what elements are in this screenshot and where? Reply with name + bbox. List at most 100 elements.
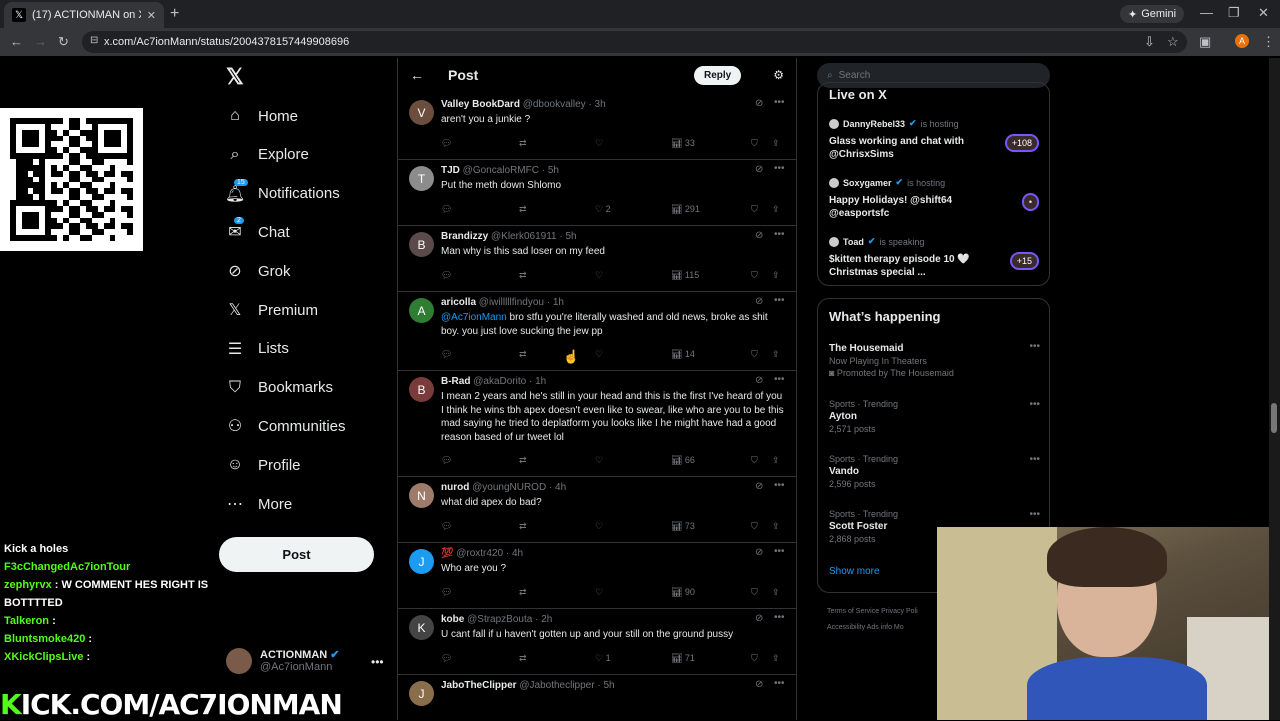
reply-button[interactable]: Reply bbox=[694, 65, 742, 85]
tweet[interactable]: V Valley BookDard @dbookvalley · 3h ⊘ ••• ar… bbox=[398, 94, 796, 160]
tweet[interactable]: B B-Rad @akaDorito · 1h ⊘ ••• I mean 2 years… bbox=[398, 371, 796, 477]
avatar[interactable]: A bbox=[409, 298, 434, 323]
scroll-thumb[interactable] bbox=[1271, 403, 1277, 433]
footer-links[interactable]: Terms of Service Privacy Poli Accessibil… bbox=[827, 604, 937, 636]
bookmark-icon[interactable]: ⛉ bbox=[751, 138, 758, 149]
views-icon[interactable]: 📊︎ 291 bbox=[671, 204, 700, 215]
more-icon[interactable]: ••• bbox=[774, 163, 785, 174]
like-icon[interactable]: ♡ bbox=[595, 349, 603, 360]
site-info-icon[interactable]: ⊟ bbox=[90, 35, 98, 46]
nav-item-bookmarks[interactable]: ⛉ Bookmarks bbox=[226, 373, 333, 403]
grok-icon[interactable]: ⊘ bbox=[755, 296, 763, 307]
tweet[interactable]: T TJD @GoncaloRMFC · 5h ⊘ ••• Put the meth d… bbox=[398, 160, 796, 226]
like-icon[interactable]: ♡ 2 bbox=[595, 204, 611, 215]
more-icon[interactable]: ••• bbox=[774, 374, 785, 385]
like-icon[interactable]: ♡ bbox=[595, 138, 603, 149]
more-icon[interactable]: ••• bbox=[1029, 509, 1040, 520]
minimize-icon[interactable]: — bbox=[1200, 5, 1213, 20]
mention-link[interactable]: @Ac7ionMann bbox=[441, 312, 507, 323]
grok-icon[interactable]: ⊘ bbox=[755, 547, 763, 558]
retweet-icon[interactable]: ⇄ bbox=[519, 204, 527, 215]
avatar[interactable]: J bbox=[409, 549, 434, 574]
nav-item-more[interactable]: ⋯ More bbox=[226, 489, 292, 519]
live-item[interactable]: DannyRebel33 ✔ is hosting Glass working and… bbox=[829, 118, 1047, 161]
nav-item-profile[interactable]: ☺ Profile bbox=[226, 450, 301, 480]
tweet-author[interactable]: Valley BookDard bbox=[441, 99, 520, 110]
grok-icon[interactable]: ⊘ bbox=[755, 679, 763, 690]
bookmark-icon[interactable]: ⛉ bbox=[751, 521, 758, 532]
nav-item-notifications[interactable]: 🔔︎ 15 Notifications bbox=[225, 178, 340, 209]
views-icon[interactable]: 📊︎ 73 bbox=[671, 521, 695, 532]
like-icon[interactable]: ♡ 1 bbox=[595, 653, 611, 664]
avatar[interactable]: T bbox=[409, 166, 434, 191]
tweet-author[interactable]: aricolla bbox=[441, 297, 476, 308]
bookmark-icon[interactable]: ⛉ bbox=[751, 653, 758, 664]
grok-icon[interactable]: ⊘ bbox=[755, 230, 763, 241]
more-icon[interactable]: ••• bbox=[1029, 454, 1040, 465]
tweet-author[interactable]: TJD bbox=[441, 165, 460, 176]
filter-icon[interactable]: ⚙ bbox=[773, 68, 784, 82]
chrome-menu-icon[interactable]: ⋮ bbox=[1262, 34, 1275, 50]
x-logo-icon[interactable]: 𝕏 bbox=[226, 64, 244, 90]
reply-icon[interactable]: 💬︎ bbox=[441, 204, 452, 215]
address-bar[interactable]: ⊟ x.com/Ac7ionMann/status/20043781574499… bbox=[82, 31, 1187, 53]
reply-icon[interactable]: 💬︎ bbox=[441, 521, 452, 532]
nav-item-communities[interactable]: ⚇ Communities bbox=[226, 411, 346, 441]
views-icon[interactable]: 📊︎ 71 bbox=[671, 653, 695, 664]
reply-icon[interactable]: 💬︎ bbox=[441, 138, 452, 149]
tweet-author[interactable]: 💯 bbox=[441, 548, 453, 559]
like-icon[interactable]: ♡ bbox=[595, 270, 603, 281]
share-icon[interactable]: ⇪ bbox=[772, 521, 780, 532]
tweet-author[interactable]: B-Rad bbox=[441, 376, 470, 387]
browser-tab[interactable]: 𝕏 (17) ACTIONMAN on X: "Haha ✕ bbox=[4, 2, 164, 28]
avatar[interactable]: K bbox=[409, 615, 434, 640]
share-icon[interactable]: ⇪ bbox=[772, 653, 780, 664]
reply-icon[interactable]: 💬︎ bbox=[441, 455, 452, 466]
bookmark-icon[interactable]: ⛉ bbox=[751, 587, 758, 598]
reply-icon[interactable]: 💬︎ bbox=[441, 653, 452, 664]
tweet[interactable]: J JaboTheClipper @Jabotheclipper · 5h ⊘ ••• bbox=[398, 675, 796, 720]
trend-item[interactable]: Sports · Trending Vando 2,596 posts ••• bbox=[829, 454, 1044, 489]
share-icon[interactable]: ⇪ bbox=[772, 138, 780, 149]
retweet-icon[interactable]: ⇄ bbox=[519, 455, 527, 466]
bookmark-star-icon[interactable]: ☆ bbox=[1167, 34, 1179, 50]
share-icon[interactable]: ⇪ bbox=[772, 204, 780, 215]
views-icon[interactable]: 📊︎ 33 bbox=[671, 138, 695, 149]
retweet-icon[interactable]: ⇄ bbox=[519, 521, 527, 532]
bookmark-icon[interactable]: ⛉ bbox=[751, 455, 758, 466]
live-item[interactable]: Soxygamer ✔ is hosting Happy Holidays! @shi… bbox=[829, 177, 1047, 220]
tweet[interactable]: J 💯 @roxtr420 · 4h ⊘ ••• Who are you ? 💬︎ ⇄ ♡ 📊︎… bbox=[398, 543, 796, 609]
avatar[interactable]: B bbox=[409, 377, 434, 402]
retweet-icon[interactable]: ⇄ bbox=[519, 349, 527, 360]
profile-avatar[interactable]: A bbox=[1235, 34, 1249, 48]
reply-icon[interactable]: 💬︎ bbox=[441, 587, 452, 598]
views-icon[interactable]: 📊︎ 90 bbox=[671, 587, 695, 598]
gemini-button[interactable]: ✦ Gemini bbox=[1120, 5, 1185, 23]
more-icon[interactable]: ••• bbox=[774, 546, 785, 557]
reply-icon[interactable]: 💬︎ bbox=[441, 270, 452, 281]
avatar[interactable]: J bbox=[409, 681, 434, 706]
more-icon[interactable]: ••• bbox=[774, 295, 785, 306]
account-more-icon[interactable]: ••• bbox=[371, 655, 384, 669]
grok-icon[interactable]: ⊘ bbox=[755, 375, 763, 386]
retweet-icon[interactable]: ⇄ bbox=[519, 138, 527, 149]
nav-item-lists[interactable]: ☰ Lists bbox=[226, 334, 289, 364]
grok-icon[interactable]: ⊘ bbox=[755, 613, 763, 624]
more-icon[interactable]: ••• bbox=[774, 612, 785, 623]
share-icon[interactable]: ⇪ bbox=[772, 270, 780, 281]
views-icon[interactable]: 📊︎ 66 bbox=[671, 455, 695, 466]
avatar[interactable]: N bbox=[409, 483, 434, 508]
back-arrow-icon[interactable]: ← bbox=[410, 67, 424, 83]
bookmark-icon[interactable]: ⛉ bbox=[751, 204, 758, 215]
close-tab-icon[interactable]: ✕ bbox=[147, 9, 156, 22]
more-icon[interactable]: ••• bbox=[774, 229, 785, 240]
tweet-author[interactable]: Brandizzy bbox=[441, 231, 488, 242]
trend-item[interactable]: Sports · Trending Ayton 2,571 posts ••• bbox=[829, 399, 1044, 434]
more-icon[interactable]: ••• bbox=[1029, 341, 1040, 352]
nav-item-grok[interactable]: ⊘ Grok bbox=[226, 256, 290, 286]
nav-item-chat[interactable]: ✉ 2 Chat bbox=[226, 217, 290, 247]
grok-icon[interactable]: ⊘ bbox=[755, 98, 763, 109]
tweet-author[interactable]: JaboTheClipper bbox=[441, 680, 517, 691]
install-icon[interactable]: ⇩ bbox=[1144, 34, 1155, 50]
post-button[interactable]: Post bbox=[219, 537, 374, 572]
